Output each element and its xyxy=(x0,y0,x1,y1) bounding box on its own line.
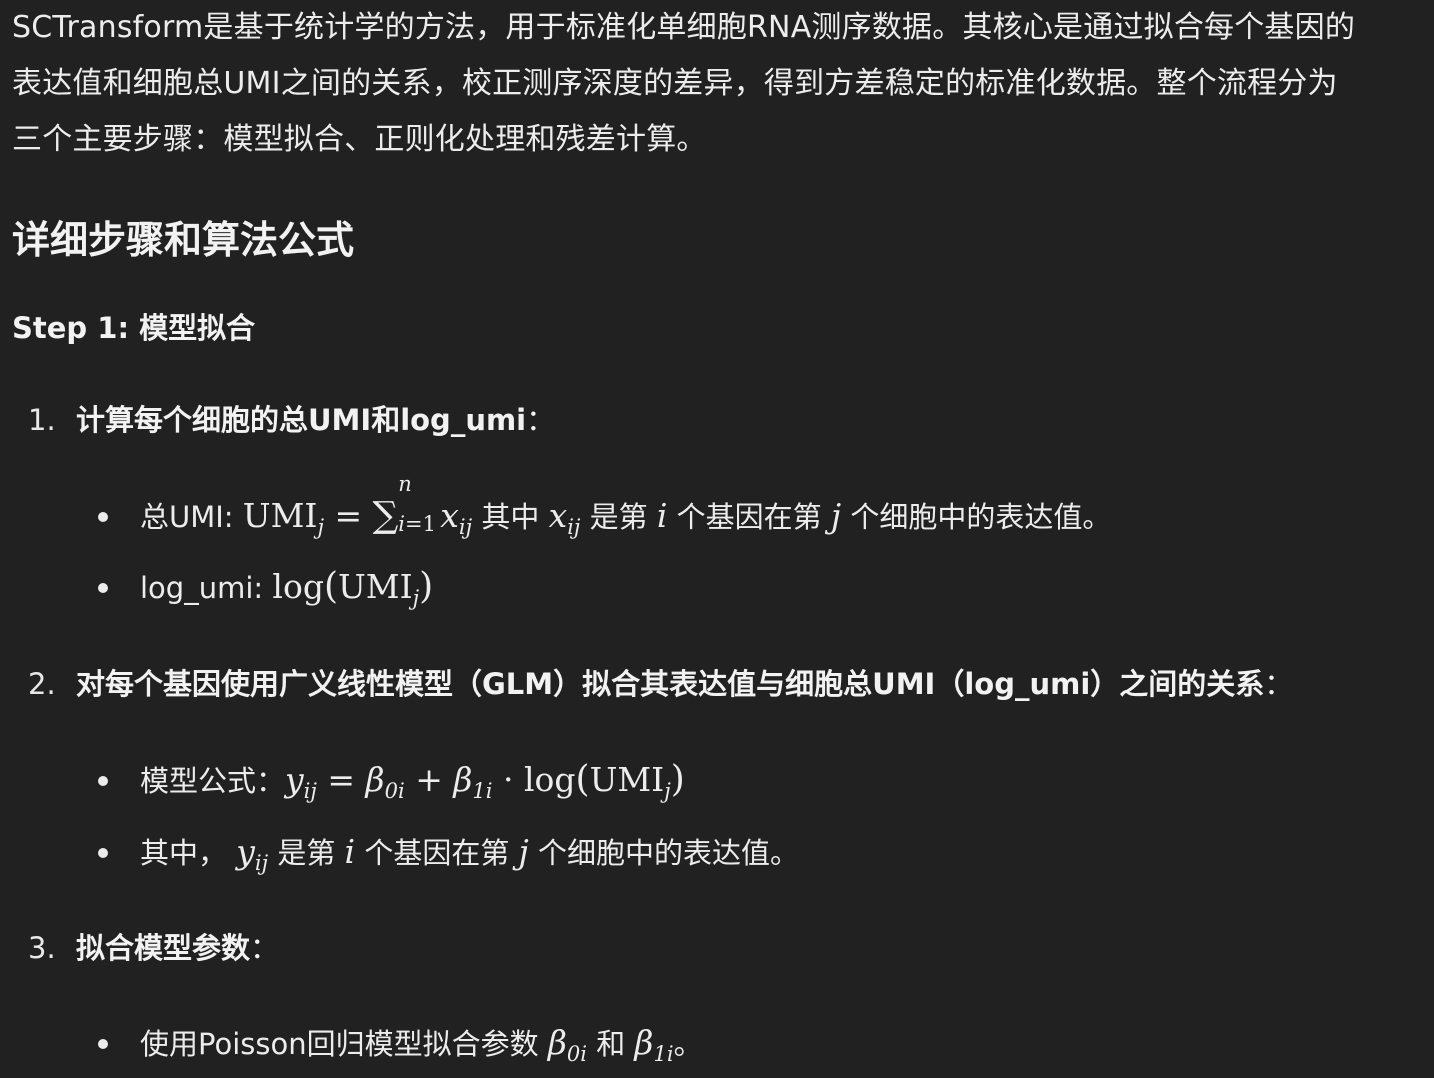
intro-line: SCTransform是基于统计学的方法，用于标准化单细胞RNA测序数据。其核心… xyxy=(12,10,1356,45)
list-item-text: 对每个基因使用广义线性模型（GLM）拟合其表达值与细胞总UMI（log_umi）… xyxy=(76,667,1265,701)
intro-line: 表达值和细胞总UMI之间的关系，校正测序深度的差异，得到方差稳定的标准化数据。整… xyxy=(12,66,1338,101)
bullet-label: 总UMI: xyxy=(140,500,243,534)
list-item-title: 拟合模型参数： xyxy=(76,926,279,970)
section-heading: 详细步骤和算法公式 xyxy=(12,218,355,262)
list-item-colon: ： xyxy=(250,931,280,965)
math-formula-glm: yij = β0i + β1i · log(UMIj) xyxy=(285,759,685,803)
bullet-model-formula: 模型公式：yij = β0i + β1i · log(UMIj) xyxy=(140,756,685,815)
list-item-colon: ： xyxy=(1264,667,1294,701)
bullet-log-umi: log_umi: log(UMIj) xyxy=(140,563,433,622)
bullet-total-umi: 总UMI: UMIj = ∑ n i=1 xij 其中 xij 是第 i 个基因在第 … xyxy=(140,472,1112,539)
list-number: 1. xyxy=(28,403,56,437)
bullet-dot xyxy=(98,848,108,858)
list-number: 2. xyxy=(28,667,56,701)
bullet-label: 模型公式： xyxy=(140,764,286,798)
bullet-dot xyxy=(98,583,108,593)
bullet-label: 其中， xyxy=(140,836,237,870)
document-page: SCTransform是基于统计学的方法，用于标准化单细胞RNA测序数据。其核心… xyxy=(0,0,1434,1076)
bullet-dot xyxy=(98,776,108,786)
list-item-title: 计算每个细胞的总UMI和log_umi： xyxy=(76,398,555,442)
list-item-title: 对每个基因使用广义线性模型（GLM）拟合其表达值与细胞总UMI（log_umi）… xyxy=(76,662,1293,706)
list-number: 3. xyxy=(28,931,56,965)
bullet-poisson-fit: 使用Poisson回归模型拟合参数 β0i 和 β1i。 xyxy=(140,1023,703,1066)
list-item-text: 计算每个细胞的总UMI和log_umi xyxy=(76,403,527,437)
bullet-label: log_umi: xyxy=(140,571,273,605)
math-formula-log-umi: log(UMIj) xyxy=(272,566,434,610)
intro-paragraph: SCTransform是基于统计学的方法，用于标准化单细胞RNA测序数据。其核心… xyxy=(12,0,1424,168)
bullet-dot xyxy=(98,512,108,522)
list-item-colon: ： xyxy=(526,403,556,437)
list-item-text: 拟合模型参数 xyxy=(76,931,251,965)
bullet-dot xyxy=(98,1039,108,1049)
bullet-label: 使用Poisson回归模型拟合参数 xyxy=(140,1027,548,1061)
intro-line: 三个主要步骤：模型拟合、正则化处理和残差计算。 xyxy=(12,122,707,157)
bullet-where-yij: 其中， yij 是第 i 个基因在第 j 个细胞中的表达值。 xyxy=(140,832,799,875)
math-formula-umi-sum: UMIj = ∑ n i=1 xij xyxy=(242,472,473,539)
step-title: Step 1: 模型拟合 xyxy=(12,311,256,345)
